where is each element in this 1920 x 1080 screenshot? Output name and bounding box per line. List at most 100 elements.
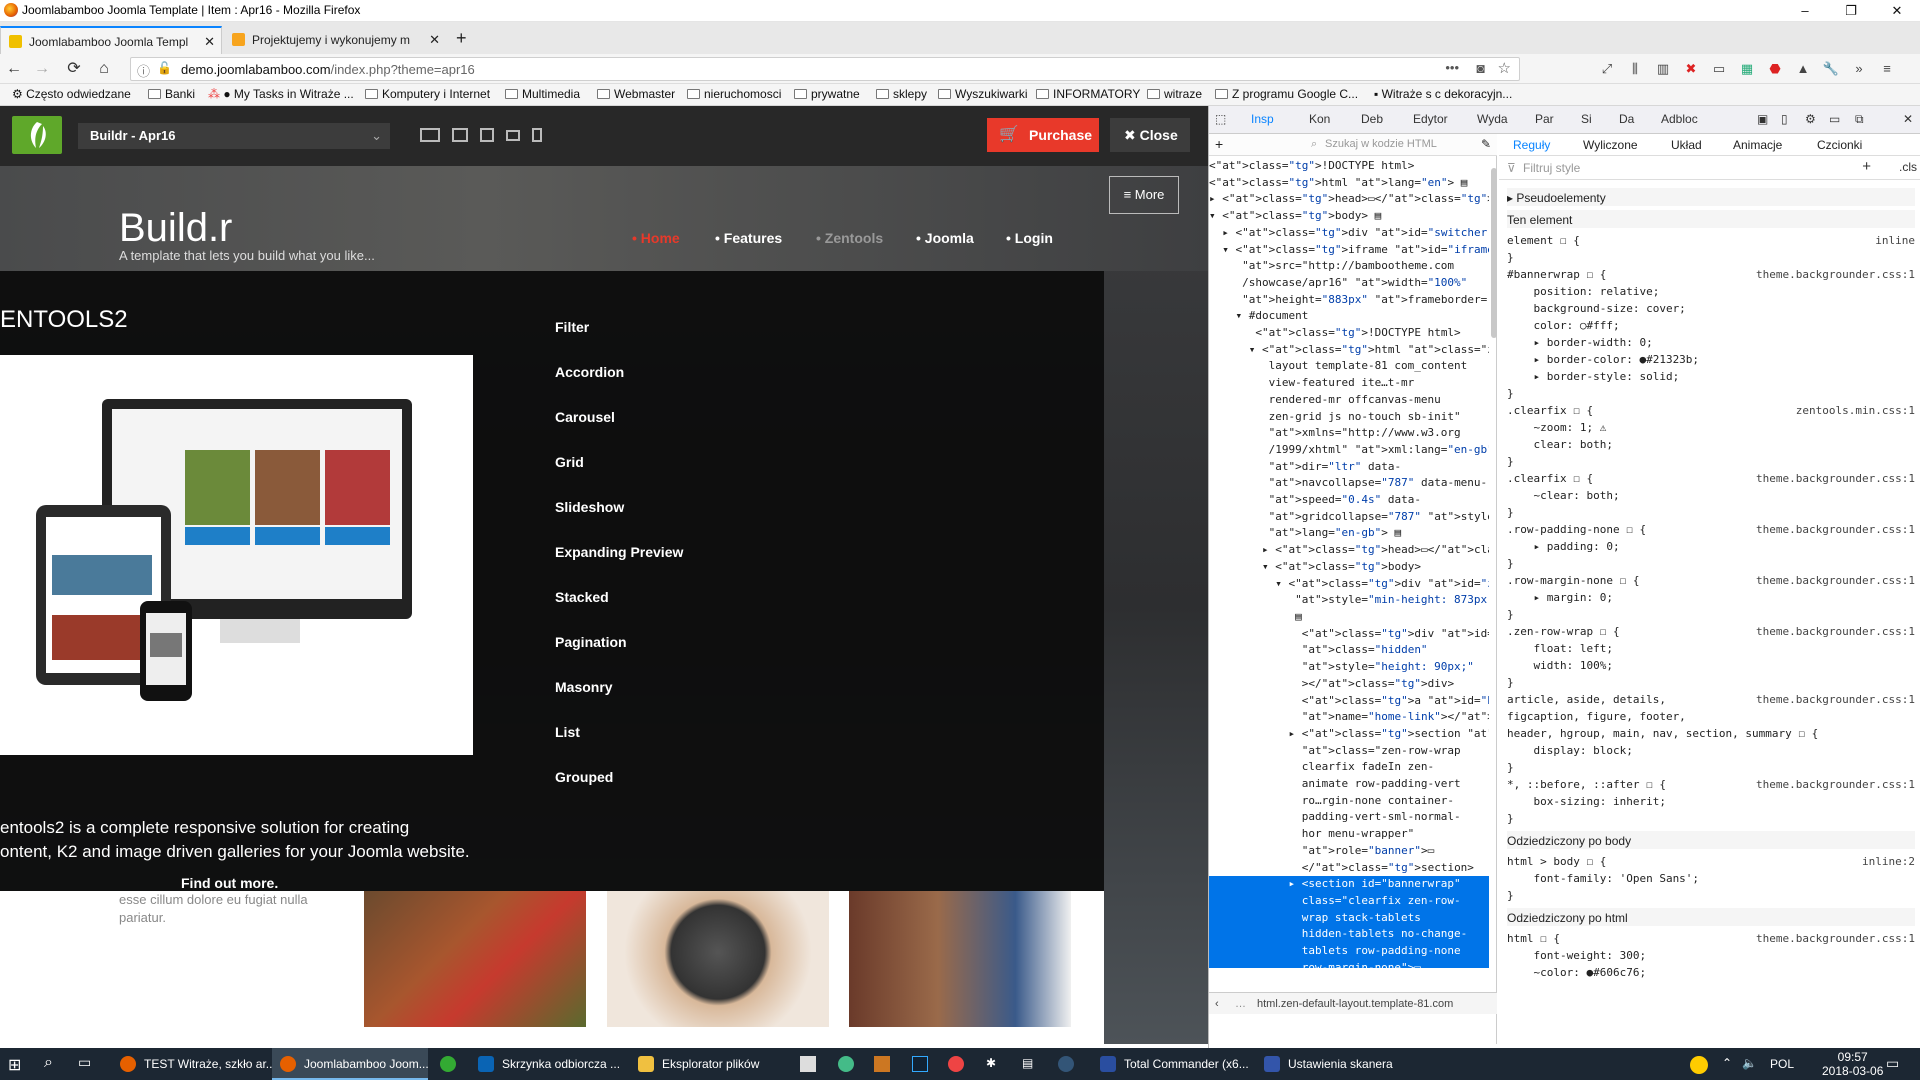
markup-scrollbar[interactable]	[1491, 168, 1497, 338]
css-declaration[interactable]: display: block;	[1507, 742, 1915, 759]
css-source-link[interactable]: theme.backgrounder.css:1	[1756, 691, 1915, 708]
selected-markup-node[interactable]: ▸ <section id="bannerwrap" class="clearf…	[1209, 876, 1489, 968]
bookmark-folder[interactable]: Multimedia	[505, 87, 580, 101]
css-selector[interactable]: html ☐ {theme.backgrounder.css:1	[1507, 930, 1915, 947]
markup-node-line[interactable]: ></"at">class="tg">div>	[1209, 676, 1489, 693]
css-brace[interactable]: }	[1507, 249, 1915, 266]
task-view-icon[interactable]: ▭	[78, 1054, 91, 1071]
markup-node-line[interactable]: view-featured ite…t-mr	[1209, 375, 1489, 392]
desktop-view-icon[interactable]	[420, 128, 440, 142]
dropdown-link-grouped[interactable]: Grouped	[555, 769, 613, 785]
css-source-link[interactable]: theme.backgrounder.css:1	[1756, 521, 1915, 538]
css-declaration[interactable]: box-sizing: inherit;	[1507, 793, 1915, 810]
tab-computed[interactable]: Wyliczone	[1583, 138, 1638, 152]
settings-gear-icon[interactable]: ⚙	[1805, 112, 1816, 126]
bookmark-star-icon[interactable]: ☆	[1498, 59, 1511, 77]
markup-node-line[interactable]: "at">name="home-link"></"at">class="tg">…	[1209, 709, 1489, 726]
css-selector[interactable]: #bannerwrap ☐ {theme.backgrounder.css:1	[1507, 266, 1915, 283]
info-icon[interactable]: ⓘ	[137, 61, 150, 80]
minimize-button[interactable]: –	[1782, 0, 1828, 22]
markup-search-input[interactable]: Szukaj w kodzie HTML	[1325, 138, 1437, 150]
devtools-tab-debugger[interactable]: Deb	[1361, 112, 1383, 126]
devtools-tab-memory[interactable]: Par	[1535, 112, 1554, 126]
css-brace[interactable]: }	[1507, 810, 1915, 827]
taskbar-app-scanner[interactable]: Ustawienia skanera	[1256, 1048, 1416, 1080]
markup-node-line[interactable]: ▾ <"at">class="tg">html "at">class="zen-…	[1209, 342, 1489, 359]
dropdown-link-accordion[interactable]: Accordion	[555, 364, 624, 380]
bookmark-folder[interactable]: INFORMATORY	[1036, 87, 1140, 101]
markup-node-line[interactable]: <"at">class="tg">html "at">lang="en"> ▤	[1209, 175, 1489, 192]
markup-node-line[interactable]: padding-vert-sml-normal-	[1209, 809, 1489, 826]
bookmark-folder[interactable]: witraze	[1147, 87, 1202, 101]
markup-node-line[interactable]: <"at">class="tg">!DOCTYPE html>	[1209, 325, 1489, 342]
app-icon[interactable]	[838, 1056, 854, 1072]
css-declaration[interactable]: ~zoom: 1; ⚠	[1507, 419, 1915, 436]
library-icon[interactable]: ⫼	[1626, 60, 1644, 78]
css-declaration[interactable]: font-weight: 300;	[1507, 947, 1915, 964]
markup-node-line[interactable]: <"at">class="tg">a "at">id="home-link"	[1209, 693, 1489, 710]
bookmark-folder[interactable]: Komputery i Internet	[365, 87, 490, 101]
css-source-link[interactable]: inline:2	[1862, 853, 1915, 870]
css-brace[interactable]: }	[1507, 555, 1915, 572]
markup-node-line[interactable]: /1999/xhtml" "at">xml:lang="en-gb"	[1209, 442, 1489, 459]
markup-node-line[interactable]: "at">gridcollapse="787" "at">style=""	[1209, 509, 1489, 526]
devtools-tab-inspector[interactable]: Insp	[1251, 112, 1274, 126]
dropdown-link-masonry[interactable]: Masonry	[555, 679, 613, 695]
maximize-button[interactable]: ❐	[1828, 0, 1874, 22]
css-declaration[interactable]: clear: both;	[1507, 436, 1915, 453]
css-declaration[interactable]: width: 100%;	[1507, 657, 1915, 674]
tab-animations[interactable]: Animacje	[1733, 138, 1782, 152]
markup-node-line[interactable]: class="clearfix zen-row-	[1209, 893, 1489, 910]
markup-node-line[interactable]: "at">class="zen-row-wrap	[1209, 743, 1489, 760]
bookmark-folder[interactable]: Wyszukiwarki	[938, 87, 1028, 101]
dropdown-link-filter[interactable]: Filter	[555, 319, 589, 335]
menu-zentools[interactable]: • Zentools	[816, 230, 883, 246]
markup-node-line[interactable]: layout template-81 com_content	[1209, 358, 1489, 375]
css-selector[interactable]: figcaption, figure, footer,	[1507, 708, 1915, 725]
add-node-icon[interactable]: +	[1215, 136, 1223, 152]
bookmark-item[interactable]: ⁂ ● My Tasks in Witraże ...	[208, 87, 354, 101]
css-selector[interactable]: .clearfix ☐ {theme.backgrounder.css:1	[1507, 470, 1915, 487]
tablet-view-icon[interactable]	[480, 128, 494, 142]
bookmark-folder[interactable]: Banki	[148, 87, 195, 101]
wrench-icon[interactable]: 🔧	[1822, 60, 1840, 78]
markup-node-line[interactable]: ▾ <"at">class="tg">div "at">id="zen-wrap…	[1209, 576, 1489, 593]
markup-node-line[interactable]: "at">dir="ltr" data-	[1209, 459, 1489, 476]
markup-node-line[interactable]: "at">navcollapse="787" data-menu-	[1209, 475, 1489, 492]
markup-node-line[interactable]: ▸ <"at">class="tg">head>▭</"at">class="t…	[1209, 542, 1489, 559]
markup-node-line[interactable]: animate row-padding-vert	[1209, 776, 1489, 793]
close-switcher-button[interactable]: ✖ Close	[1110, 118, 1190, 152]
devtools-tab-storage[interactable]: Da	[1619, 112, 1634, 126]
markup-node-line[interactable]: ro…rgin-none container-	[1209, 793, 1489, 810]
hamburger-menu-icon[interactable]: ≡	[1878, 60, 1896, 78]
css-source-link[interactable]: theme.backgrounder.css:1	[1756, 623, 1915, 640]
extension-icon[interactable]: ▦	[1738, 60, 1756, 78]
css-declaration[interactable]: ▸ border-width: 0;	[1507, 334, 1915, 351]
bookmark-item[interactable]: ⚙ Często odwiedzane	[12, 87, 131, 101]
tab-layout[interactable]: Układ	[1671, 138, 1702, 152]
css-selector[interactable]: article, aside, details, theme.background…	[1507, 691, 1915, 708]
css-source-link[interactable]: theme.backgrounder.css:1	[1756, 266, 1915, 283]
more-menu-button[interactable]: ≡ More	[1109, 176, 1179, 214]
photoshop-icon[interactable]	[912, 1056, 928, 1072]
markup-node-line[interactable]: "at">xmlns="http://www.w3.org	[1209, 425, 1489, 442]
css-selector[interactable]: html > body ☐ {inline:2	[1507, 853, 1915, 870]
css-brace[interactable]: }	[1507, 385, 1915, 402]
sidebar-icon[interactable]: ▥	[1654, 60, 1672, 78]
devtools-tab-style-editor[interactable]: Edytor	[1413, 112, 1448, 126]
markup-node-line[interactable]: hidden-tablets no-change-	[1209, 926, 1489, 943]
pocket-icon[interactable]: ◙	[1477, 60, 1485, 76]
close-window-button[interactable]: ✕	[1874, 0, 1920, 22]
css-declaration[interactable]: ▸ padding: 0;	[1507, 538, 1915, 555]
tools-icon[interactable]: ✖	[1682, 60, 1700, 78]
css-source-link[interactable]: theme.backgrounder.css:1	[1756, 930, 1915, 947]
site-brand[interactable]: Build.r	[119, 206, 232, 251]
devtools-tab-console[interactable]: Kon	[1309, 112, 1330, 126]
tab-close-icon[interactable]: ✕	[429, 26, 440, 54]
notifications-icon[interactable]: ▭	[1886, 1055, 1899, 1072]
url-text[interactable]: demo.joomlabamboo.com/index.php?theme=ap…	[181, 62, 475, 77]
tab-projektujemy[interactable]: Projektujemy i wykonujemy m ✕	[224, 26, 446, 54]
dropdown-link-slideshow[interactable]: Slideshow	[555, 499, 624, 515]
css-declaration[interactable]: position: relative;	[1507, 283, 1915, 300]
taskbar-app-explorer[interactable]: Eksplorator plików	[630, 1048, 786, 1080]
